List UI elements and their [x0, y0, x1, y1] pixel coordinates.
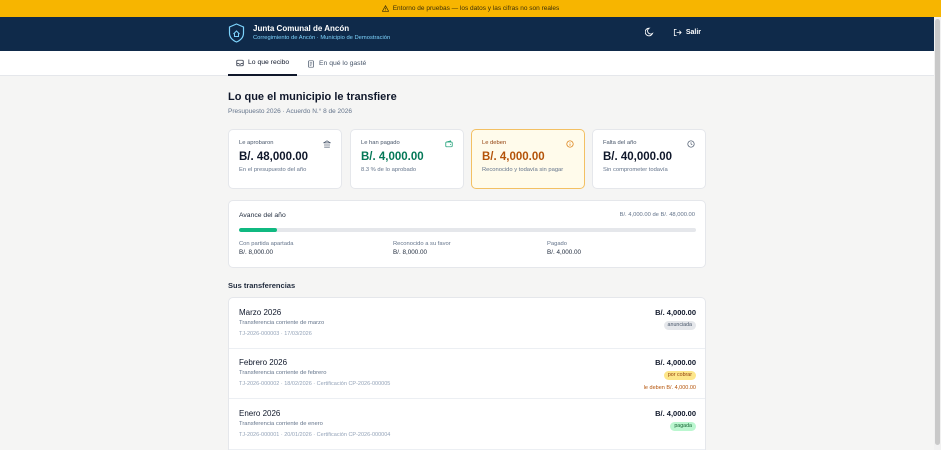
- transfers-heading: Sus transferencias: [228, 281, 296, 290]
- stat-reconocido: Reconocido a su favor B/. 8,000.00: [393, 241, 451, 256]
- transfer-amount: B/. 4,000.00: [655, 409, 696, 418]
- transfer-desc: Transferencia corriente de enero: [239, 421, 323, 427]
- transfer-desc: Transferencia corriente de marzo: [239, 320, 325, 326]
- owed-note: le deben B/. 4,000.00: [643, 385, 696, 391]
- progress-bar: [239, 228, 696, 232]
- tab-label: En qué lo gasté: [319, 60, 367, 67]
- header-title: Junta Comunal de Ancón: [253, 24, 350, 33]
- progress-bar-fill: [239, 228, 277, 232]
- bank-icon: [323, 140, 331, 148]
- logout-icon: [673, 28, 682, 36]
- header-subtitle: Corregimiento de Ancón · Municipio de De…: [253, 35, 391, 41]
- tab-label: Lo que recibo: [248, 59, 290, 66]
- transfer-desc: Transferencia corriente de febrero: [239, 370, 327, 376]
- transfers-list: Marzo 2026 Transferencia corriente de ma…: [228, 297, 706, 450]
- card-hint: 8.3 % de lo aprobado: [361, 167, 417, 173]
- stat-label: Reconocido a su favor: [393, 241, 451, 247]
- card-approved: Le aprobaron B/. 48,000.00 En el presupu…: [228, 129, 342, 189]
- warning-icon: [381, 5, 389, 12]
- transfer-amount: B/. 4,000.00: [655, 358, 696, 367]
- card-remaining: Falta del año B/. 40,000.00 Sin comprome…: [592, 129, 706, 189]
- transfer-month: Enero 2026: [239, 409, 281, 418]
- card-label: Falta del año: [603, 140, 637, 146]
- status-badge: anunciada: [663, 321, 696, 330]
- wallet-icon: [445, 140, 453, 148]
- card-label: Le aprobaron: [239, 140, 274, 146]
- tab-en-que-lo-gaste[interactable]: En qué lo gasté: [307, 51, 366, 76]
- transfer-month: Marzo 2026: [239, 308, 282, 317]
- inbox-icon: [236, 59, 244, 66]
- stat-value: B/. 8,000.00: [239, 249, 273, 256]
- brand[interactable]: Junta Comunal de Ancón Corregimiento de …: [228, 23, 390, 43]
- stat-value: B/. 4,000.00: [547, 249, 581, 256]
- stat-value: B/. 8,000.00: [393, 249, 427, 256]
- stat-label: Pagado: [547, 241, 567, 247]
- card-owed: Le deben B/. 4,000.00 Reconocido y todav…: [471, 129, 585, 189]
- scrollbar-thumb[interactable]: [935, 19, 940, 445]
- transfer-amount: B/. 4,000.00: [655, 308, 696, 317]
- test-environment-banner: Entorno de pruebas — los datos y las cif…: [0, 0, 941, 17]
- card-label: Le han pagado: [361, 140, 400, 146]
- card-hint: En el presupuesto del año: [239, 167, 307, 173]
- stat-apartada: Con partida apartada B/. 8,000.00: [239, 241, 293, 256]
- page-title: Lo que el municipio le transfiere: [228, 91, 397, 103]
- card-value: B/. 4,000.00: [482, 151, 545, 163]
- card-hint: Sin comprometer todavía: [603, 167, 668, 173]
- card-hint: Reconocido y todavía sin pagar: [482, 167, 564, 173]
- transfer-ref: TJ-2026-000001 · 20/01/2026 · Certificac…: [239, 432, 391, 438]
- status-badge: por cobrar: [663, 371, 696, 380]
- clock-icon: [687, 140, 695, 148]
- transfer-month: Febrero 2026: [239, 358, 288, 367]
- card-value: B/. 4,000.00: [361, 151, 424, 163]
- logout-button[interactable]: Salir: [673, 28, 701, 37]
- transfer-ref: TJ-2026-000002 · 18/02/2026 · Certificac…: [239, 381, 391, 387]
- card-value: B/. 40,000.00: [603, 151, 673, 163]
- transfer-row[interactable]: Marzo 2026 Transferencia corriente de ma…: [229, 298, 705, 349]
- shield-icon: [228, 23, 245, 43]
- year-progress-card: Avance del año B/. 4,000.00 de B/. 48,00…: [228, 200, 706, 268]
- stat-label: Con partida apartada: [239, 241, 294, 247]
- progress-title: Avance del año: [239, 212, 286, 219]
- scrollbar[interactable]: [934, 17, 941, 450]
- transfer-ref: TJ-2026-000003 · 17/03/2026: [239, 331, 312, 337]
- top-bar: Junta Comunal de Ancón Corregimiento de …: [0, 17, 941, 51]
- stat-pagado: Pagado B/. 4,000.00: [547, 241, 581, 256]
- transfer-row[interactable]: Enero 2026 Transferencia corriente de en…: [229, 399, 705, 450]
- tab-bar: Lo que recibo En qué lo gasté: [0, 51, 941, 76]
- receipt-icon: [308, 59, 314, 68]
- info-icon: [566, 140, 574, 148]
- card-value: B/. 48,000.00: [239, 151, 309, 163]
- progress-total: B/. 4,000.00 de B/. 48,000.00: [619, 212, 695, 218]
- banner-text: Entorno de pruebas — los datos y las cif…: [392, 5, 560, 12]
- moon-icon[interactable]: [644, 27, 655, 37]
- tab-lo-que-recibo[interactable]: Lo que recibo: [228, 51, 298, 76]
- card-paid: Le han pagado B/. 4,000.00 8.3 % de lo a…: [350, 129, 464, 189]
- logout-label: Salir: [685, 28, 701, 36]
- card-label: Le deben: [482, 140, 507, 146]
- status-badge: pagada: [670, 422, 696, 431]
- page-subtitle: Presupuesto 2026 · Acuerdo N.° 8 de 2026: [228, 108, 353, 115]
- transfer-row[interactable]: Febrero 2026 Transferencia corriente de …: [229, 348, 705, 399]
